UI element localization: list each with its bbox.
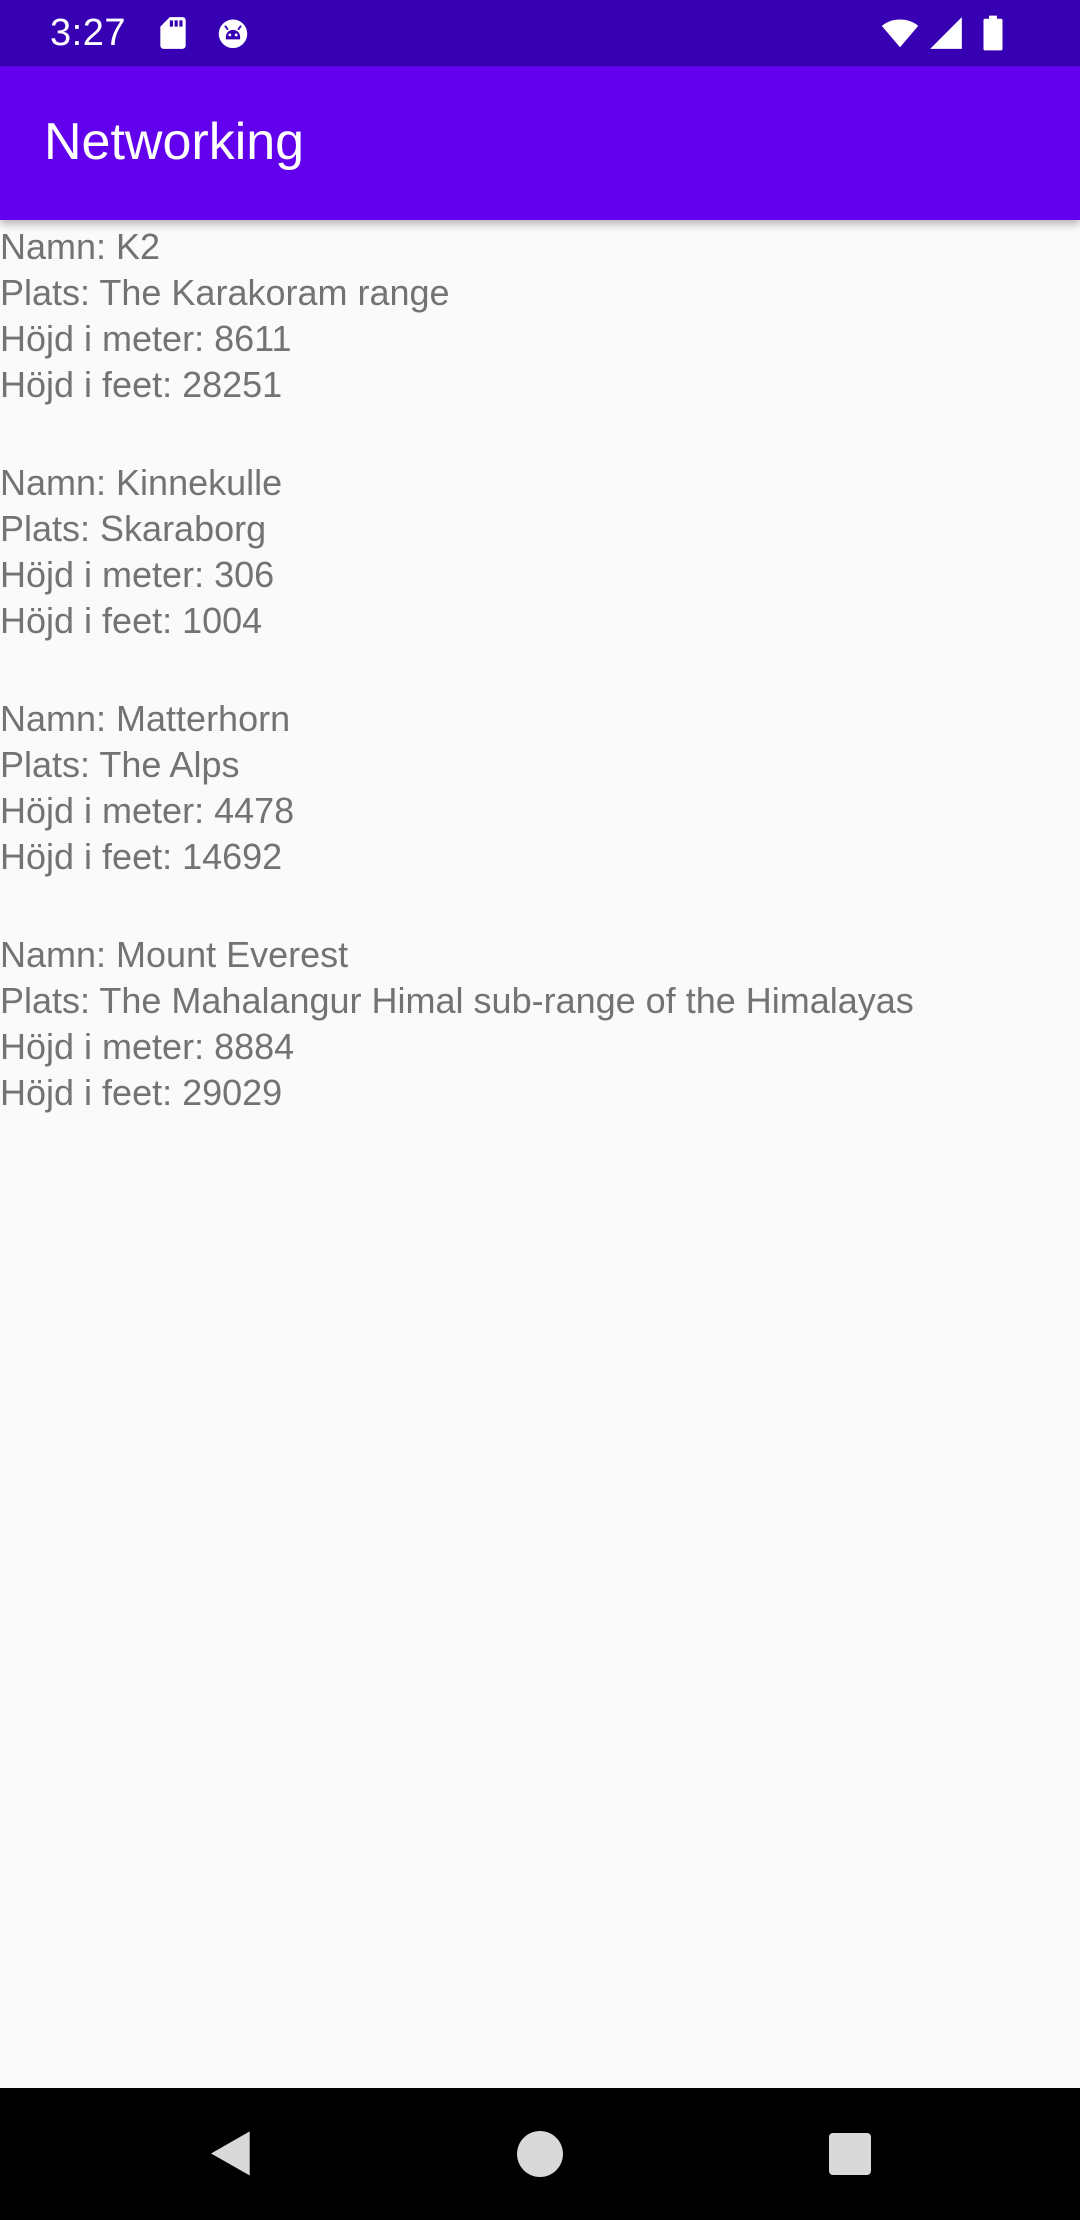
sd-card-icon	[154, 14, 192, 52]
list-item-k2[interactable]: Namn: K2 Plats: The Karakoram range Höjd…	[0, 224, 1080, 408]
mountain-name: Namn: Kinnekulle	[0, 462, 283, 503]
list-item-kinnekulle[interactable]: Namn: Kinnekulle Plats: Skaraborg Höjd i…	[0, 460, 1080, 644]
mountain-name: Namn: Matterhorn	[0, 698, 291, 739]
mountain-height-feet: Höjd i feet: 29029	[0, 1072, 283, 1113]
app-bar: Networking	[0, 66, 1080, 220]
home-icon[interactable]	[510, 2124, 570, 2184]
mountain-location: Plats: The Mahalangur Himal sub-range of…	[0, 980, 914, 1021]
back-icon[interactable]	[200, 2124, 260, 2184]
mountain-height-meters: Höjd i meter: 8611	[0, 318, 292, 359]
mountain-height-meters: Höjd i meter: 4478	[0, 790, 295, 831]
mountain-height-meters: Höjd i meter: 306	[0, 554, 275, 595]
cellular-signal-icon	[926, 14, 966, 52]
mountain-location: Plats: The Alps	[0, 744, 240, 785]
list-item-matterhorn[interactable]: Namn: Matterhorn Plats: The Alps Höjd i …	[0, 696, 1080, 880]
mountain-height-feet: Höjd i feet: 1004	[0, 600, 263, 641]
mountain-location: Plats: The Karakoram range	[0, 272, 450, 313]
wifi-icon	[880, 14, 920, 52]
mountain-height-feet: Höjd i feet: 14692	[0, 836, 283, 877]
app-title: Networking	[44, 113, 305, 171]
mountain-location: Plats: Skaraborg	[0, 508, 267, 549]
mountain-name: Namn: Mount Everest	[0, 934, 349, 975]
content-area[interactable]: Namn: K2 Plats: The Karakoram range Höjd…	[0, 220, 1080, 2088]
android-debug-icon	[214, 14, 252, 52]
mountain-name: Namn: K2	[0, 226, 161, 267]
mountain-height-meters: Höjd i meter: 8884	[0, 1026, 295, 1067]
mountain-height-feet: Höjd i feet: 28251	[0, 364, 283, 405]
status-time: 3:27	[50, 12, 126, 54]
recents-icon[interactable]	[820, 2124, 880, 2184]
list-item-mount-everest[interactable]: Namn: Mount Everest Plats: The Mahalangu…	[0, 932, 1080, 1116]
status-bar: 3:27	[0, 0, 1080, 66]
mountain-list[interactable]: Namn: K2 Plats: The Karakoram range Höjd…	[0, 224, 1080, 1168]
battery-icon	[978, 14, 1008, 52]
navigation-bar	[0, 2088, 1080, 2220]
